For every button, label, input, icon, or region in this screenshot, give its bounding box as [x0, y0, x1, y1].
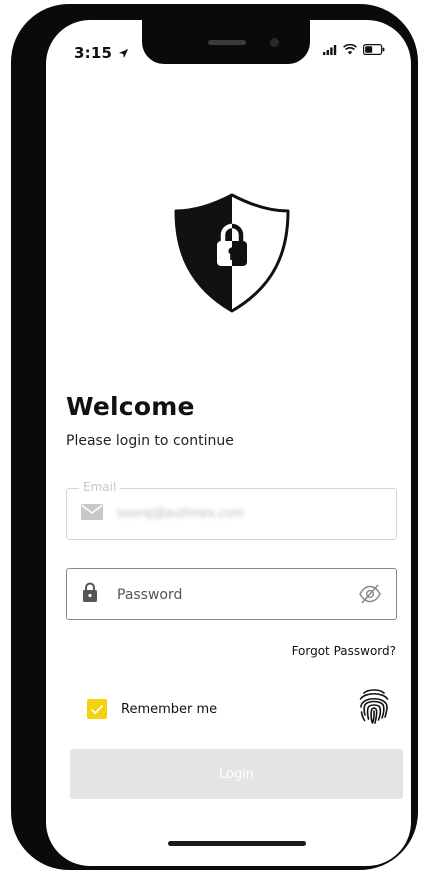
remember-me-label: Remember me: [121, 701, 218, 717]
speaker-grille: [208, 40, 246, 45]
remember-me-checkbox[interactable]: Remember me: [87, 699, 217, 719]
phone-screen: 3:15 Welcome Please login to continue Em…: [46, 20, 411, 866]
volume-down-button: [15, 244, 25, 302]
email-value: sooraj@authnex.com: [117, 506, 245, 520]
location-arrow-icon: [118, 48, 128, 59]
wifi-icon: [343, 44, 357, 55]
padlock-icon: [83, 582, 97, 606]
volume-up-button: [15, 170, 25, 228]
password-field[interactable]: [66, 568, 397, 620]
email-field[interactable]: Email sooraj@authnex.com: [66, 480, 397, 540]
login-subtitle: Please login to continue: [66, 433, 234, 449]
forgot-password-link[interactable]: Forgot Password?: [292, 644, 396, 658]
front-camera: [270, 38, 279, 47]
phone-frame: 3:15 Welcome Please login to continue Em…: [11, 4, 418, 870]
mute-switch: [15, 116, 25, 154]
status-indicators: [323, 44, 385, 55]
status-time: 3:15: [74, 44, 129, 62]
eye-off-icon[interactable]: [358, 583, 382, 609]
battery-icon: [363, 44, 385, 55]
notch: [142, 20, 310, 64]
password-input[interactable]: [115, 583, 339, 607]
envelope-icon: [81, 504, 103, 524]
login-button[interactable]: Login: [70, 749, 403, 799]
fingerprint-icon[interactable]: [357, 686, 391, 730]
home-indicator: [168, 841, 306, 846]
welcome-heading: Welcome: [66, 392, 195, 421]
checkmark-icon: [90, 704, 104, 714]
email-field-label: Email: [79, 480, 121, 494]
cellular-signal-icon: [323, 44, 337, 55]
shield-lock-icon: [171, 191, 293, 315]
checkbox-checked[interactable]: [87, 699, 107, 719]
